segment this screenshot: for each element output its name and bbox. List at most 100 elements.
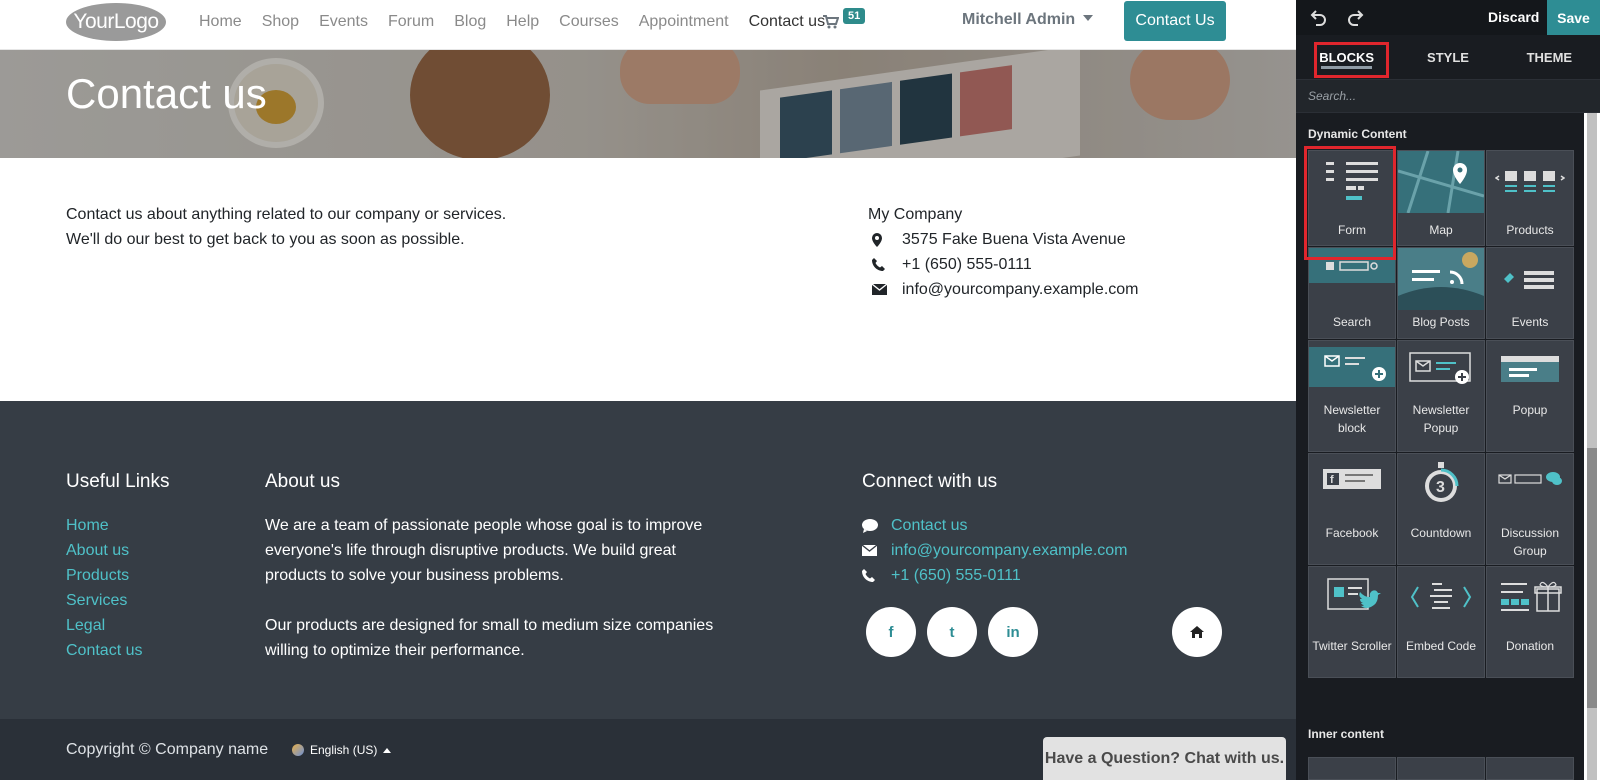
phone-icon (862, 569, 875, 582)
menu-item-help[interactable]: Help (506, 13, 539, 31)
site-logo[interactable]: YourLogo (66, 3, 166, 41)
block-newsletter[interactable]: Newsletter block (1308, 340, 1396, 452)
top-navbar: YourLogo Home Shop Events Forum Blog Hel… (0, 0, 1296, 50)
footer-link-legal[interactable]: Legal (66, 613, 170, 638)
cart-count-badge: 51 (843, 8, 866, 24)
menu-item-appointment[interactable]: Appointment (639, 13, 729, 31)
block-map[interactable]: Map (1397, 150, 1485, 246)
company-name: My Company (868, 206, 963, 223)
inner-content-title: Inner content (1308, 727, 1385, 741)
website-editor-panel: Discard Save BLOCKS STYLE THEME Dynamic … (1296, 0, 1600, 780)
connect-contact-link[interactable]: Contact us (862, 513, 1128, 538)
block-products[interactable]: Products (1486, 150, 1574, 246)
undo-icon[interactable] (1310, 8, 1328, 26)
popup-icon (1487, 347, 1573, 391)
connect-phone-link[interactable]: +1 (650) 555-0111 (862, 563, 1128, 588)
dynamic-content-title: Dynamic Content (1308, 127, 1407, 141)
menu-item-home[interactable]: Home (199, 13, 242, 31)
contact-intro: Contact us about anything related to our… (66, 202, 506, 252)
language-selector[interactable]: English (US) (292, 743, 392, 757)
home-button[interactable] (1172, 607, 1222, 657)
linkedin-icon: in (1006, 623, 1020, 641)
footer-useful-links: Useful Links Home About us Products Serv… (66, 471, 170, 663)
inner-block-3[interactable] (1486, 757, 1574, 780)
user-menu[interactable]: Mitchell Admin (962, 11, 1094, 29)
cart-button[interactable]: 51 (823, 8, 867, 34)
linkedin-button[interactable]: in (988, 607, 1038, 657)
envelope-icon (872, 284, 887, 295)
menu-item-courses[interactable]: Courses (559, 13, 619, 31)
footer-link-home[interactable]: Home (66, 513, 170, 538)
menu-item-forum[interactable]: Forum (388, 13, 434, 31)
comment-icon (862, 518, 878, 533)
cart-icon (823, 15, 839, 29)
block-countdown[interactable]: 3 Countdown (1397, 453, 1485, 565)
page-banner: Contact us (0, 50, 1296, 158)
copyright-text: Copyright © Company name (66, 741, 269, 758)
caret-up-icon (383, 747, 392, 753)
about-paragraph-1: We are a team of passionate people whose… (265, 517, 703, 584)
footer-link-services[interactable]: Services (66, 588, 170, 613)
caret-down-icon (1083, 15, 1094, 21)
save-button[interactable]: Save (1547, 0, 1600, 35)
about-paragraph-2: Our products are designed for small to m… (265, 617, 714, 659)
donation-icon (1487, 567, 1573, 627)
menu-item-events[interactable]: Events (319, 13, 368, 31)
footer-link-contact-us[interactable]: Contact us (66, 638, 170, 663)
block-events[interactable]: Events (1486, 247, 1574, 339)
main-menu: Home Shop Events Forum Blog Help Courses… (199, 0, 845, 44)
footer-connect: Connect with us Contact us info@yourcomp… (862, 471, 1128, 588)
embed-code-icon (1398, 567, 1484, 627)
footer-link-products[interactable]: Products (66, 563, 170, 588)
svg-text:3: 3 (1436, 479, 1445, 496)
countdown-icon: 3 (1398, 454, 1484, 514)
block-popup[interactable]: Popup (1486, 340, 1574, 452)
inner-block-1[interactable] (1308, 757, 1396, 780)
twitter-icon: t (949, 623, 955, 641)
block-discussion-group[interactable]: Discussion Group (1486, 453, 1574, 565)
block-blog-posts[interactable]: Blog Posts (1397, 247, 1485, 339)
tab-style[interactable]: STYLE (1397, 35, 1498, 79)
user-name: Mitchell Admin (962, 11, 1076, 28)
phone-icon (872, 258, 885, 271)
intro-line-1: Contact us about anything related to our… (66, 206, 507, 223)
flag-icon (292, 744, 304, 756)
block-embed-code[interactable]: Embed Code (1397, 566, 1485, 678)
newsletter-icon (1309, 347, 1395, 387)
editor-scrollbar[interactable] (1584, 113, 1600, 780)
block-newsletter-popup[interactable]: Newsletter Popup (1397, 340, 1485, 452)
connect-email-link[interactable]: info@yourcompany.example.com (862, 538, 1128, 563)
footer-about: About us We are a team of passionate peo… (265, 471, 735, 663)
map-marker-icon (872, 232, 882, 247)
blocks-search-input[interactable] (1296, 80, 1600, 112)
blocks-search (1296, 80, 1600, 113)
menu-item-blog[interactable]: Blog (454, 13, 486, 31)
tab-theme[interactable]: THEME (1499, 35, 1600, 79)
block-twitter-scroller[interactable]: Twitter Scroller (1308, 566, 1396, 678)
menu-item-shop[interactable]: Shop (262, 13, 299, 31)
scrollbar-thumb[interactable] (1587, 448, 1597, 708)
useful-links-title: Useful Links (66, 471, 170, 492)
discussion-group-icon (1487, 454, 1573, 504)
envelope-icon (862, 545, 877, 556)
twitter-button[interactable]: t (927, 607, 977, 657)
twitter-icon (1309, 567, 1395, 627)
editor-toolbar: Discard Save (1296, 0, 1600, 35)
map-icon (1398, 151, 1484, 213)
live-chat-button[interactable]: Have a Question? Chat with us. (1043, 737, 1286, 780)
inner-content-blocks (1308, 757, 1578, 780)
menu-item-contact-us[interactable]: Contact us (749, 13, 825, 31)
block-search[interactable]: Search (1308, 247, 1396, 339)
form-block-highlight (1304, 146, 1396, 260)
header-contact-us-button[interactable]: Contact Us (1124, 1, 1226, 41)
redo-icon[interactable] (1346, 8, 1364, 26)
facebook-button[interactable]: f (866, 607, 916, 657)
block-donation[interactable]: Donation (1486, 566, 1574, 678)
discard-button[interactable]: Discard (1488, 9, 1539, 25)
company-info: My Company 3575 Fake Buena Vista Avenue … (868, 202, 1139, 302)
footer-link-about-us[interactable]: About us (66, 538, 170, 563)
inner-block-2[interactable] (1397, 757, 1485, 780)
block-facebook[interactable]: f Facebook (1308, 453, 1396, 565)
company-email: info@yourcompany.example.com (902, 281, 1139, 298)
home-icon (1190, 626, 1204, 638)
